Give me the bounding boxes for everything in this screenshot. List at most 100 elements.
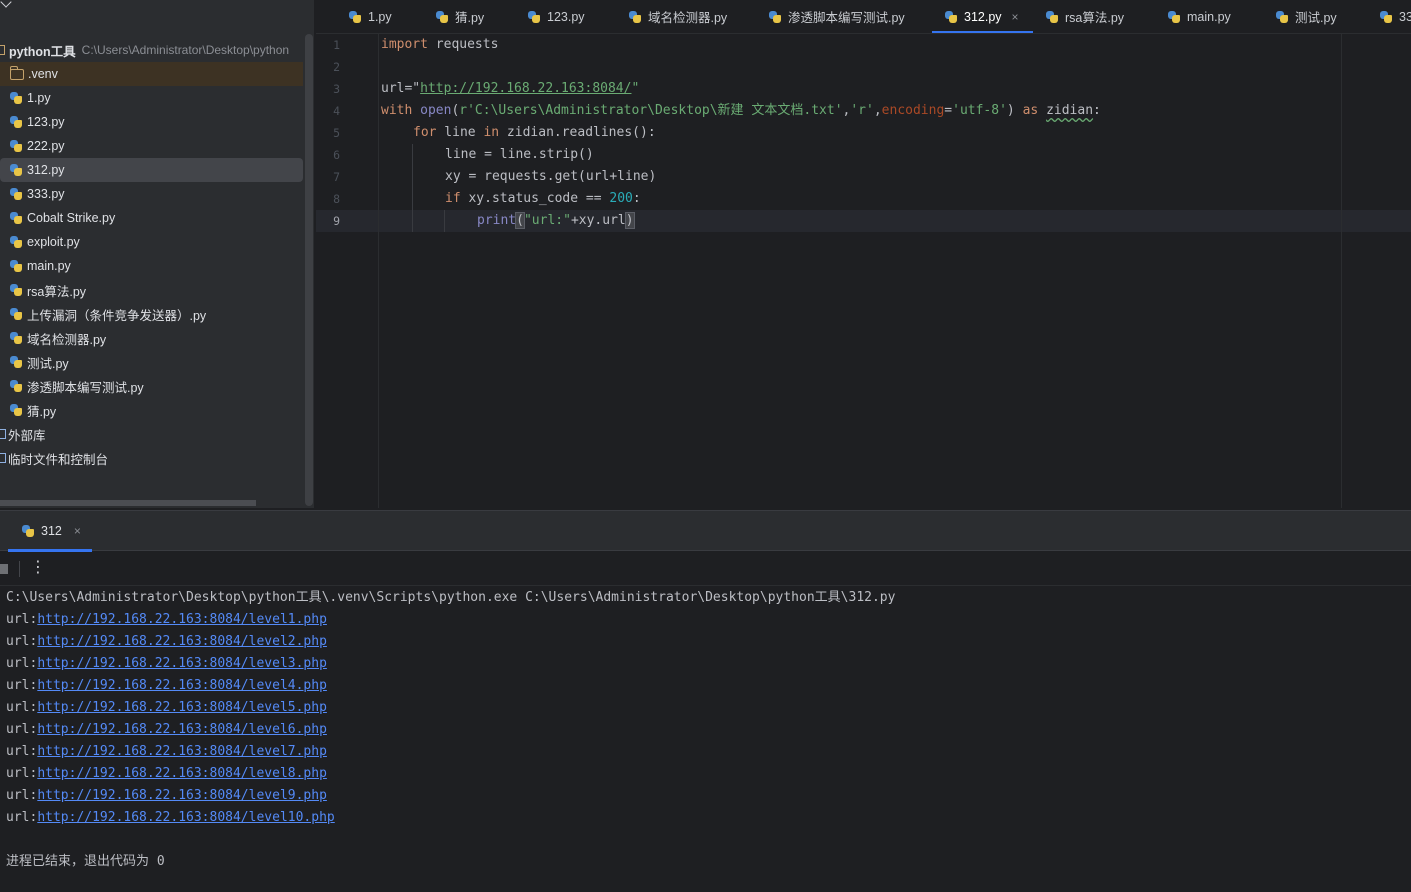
code-line-current: print("url:"+xy.url) <box>477 210 635 232</box>
tree-item-venv[interactable]: .venv <box>0 62 303 86</box>
tab-label: 312.py <box>964 9 1002 24</box>
code-editor[interactable]: 1 2 3 4 5 6 7 8 9 import requests url="h… <box>316 34 1411 508</box>
line-number: 6 <box>333 148 340 162</box>
tab-pentest-script-py[interactable]: 渗透脚本编写测试.py <box>768 0 905 33</box>
tree-item-label: 上传漏洞（条件竞争发送器）.py <box>27 308 207 323</box>
tree-item-file[interactable]: 渗透脚本编写测试.py <box>0 374 303 398</box>
line-number-current: 9 <box>333 214 340 228</box>
console-output[interactable]: C:\Users\Administrator\Desktop\python工具\… <box>6 587 1406 873</box>
tree-item-label: 临时文件和控制台 <box>8 452 109 467</box>
console-line: url:http://192.168.22.163:8084/level9.ph… <box>6 785 1406 807</box>
tab-domain-checker-py[interactable]: 域名检测器.py <box>628 0 727 33</box>
console-prefix: url: <box>6 700 38 715</box>
python-file-icon <box>9 259 23 273</box>
code-link[interactable]: http://192.168.22.163:8084/ <box>420 81 631 96</box>
indent-guide <box>412 144 413 232</box>
console-link[interactable]: http://192.168.22.163:8084/level10.php <box>37 810 334 825</box>
line-number: 5 <box>333 126 340 140</box>
python-file-icon <box>9 307 23 321</box>
run-tab-312[interactable]: 312 × <box>8 511 92 552</box>
code-token: in <box>483 125 500 140</box>
run-tool-window: 312 × ⋮ C:\Users\Administrator\Desktop\p… <box>0 510 1411 892</box>
console-link[interactable]: http://192.168.22.163:8084/level9.php <box>37 788 327 803</box>
console-prefix: url: <box>6 656 38 671</box>
tree-item-file[interactable]: 222.py <box>0 134 303 158</box>
tab-label: 猜.py <box>455 11 485 25</box>
tab-33-py[interactable]: 33 <box>1379 0 1411 33</box>
console-prefix: url: <box>6 612 38 627</box>
console-command: C:\Users\Administrator\Desktop\python工具\… <box>6 590 896 605</box>
code-token: encoding <box>881 103 945 118</box>
tab-main-py[interactable]: main.py <box>1167 0 1231 33</box>
python-file-icon <box>9 187 23 201</box>
tree-item-file[interactable]: 上传漏洞（条件竞争发送器）.py <box>0 302 303 326</box>
run-tab-label: 312 <box>41 524 62 538</box>
tab-label: main.py <box>1187 9 1231 24</box>
code-token: r'C:\Users\Administrator\Desktop\新建 文本文档… <box>459 103 843 118</box>
tree-item-label: main.py <box>27 259 71 273</box>
tree-item-file[interactable]: rsa算法.py <box>0 278 303 302</box>
console-prefix: url: <box>6 810 38 825</box>
more-options-icon[interactable]: ⋮ <box>30 559 46 577</box>
tab-label: 测试.py <box>1295 11 1337 25</box>
chevron-down-icon[interactable] <box>0 0 12 8</box>
python-file-icon <box>9 283 23 297</box>
tree-item-label: 域名检测器.py <box>27 332 107 347</box>
tree-item-external-libraries[interactable]: 外部库 <box>0 422 303 446</box>
tab-1-py[interactable]: 1.py <box>348 0 392 33</box>
code-token: : <box>1093 103 1101 118</box>
python-file-icon <box>9 139 23 153</box>
python-file-icon <box>628 10 642 24</box>
tab-123-py[interactable]: 123.py <box>527 0 585 33</box>
tree-item-file[interactable]: Cobalt Strike.py <box>0 206 303 230</box>
python-file-icon <box>9 211 23 225</box>
console-link[interactable]: http://192.168.22.163:8084/level4.php <box>37 678 327 693</box>
code-token: 'utf-8' <box>952 103 1007 118</box>
code-line: url="http://192.168.22.163:8084/" <box>381 78 639 100</box>
console-link[interactable]: http://192.168.22.163:8084/level6.php <box>37 722 327 737</box>
project-root-node[interactable]: python工具 C:\Users\Administrator\Desktop\… <box>0 38 303 62</box>
tree-item-file[interactable]: 测试.py <box>0 350 303 374</box>
console-link[interactable]: http://192.168.22.163:8084/level8.php <box>37 766 327 781</box>
console-line: url:http://192.168.22.163:8084/level3.ph… <box>6 653 1406 675</box>
tree-item-label: 猜.py <box>27 404 57 419</box>
tab-test-py[interactable]: 测试.py <box>1275 0 1337 33</box>
tree-item-scratches[interactable]: 临时文件和控制台 <box>0 446 303 470</box>
vertical-scrollbar[interactable] <box>305 34 313 506</box>
horizontal-scrollbar[interactable] <box>0 500 256 506</box>
console-link[interactable]: http://192.168.22.163:8084/level3.php <box>37 656 327 671</box>
console-line: url:http://192.168.22.163:8084/level8.ph… <box>6 763 1406 785</box>
python-file-icon <box>9 115 23 129</box>
code-token-warning: zidian <box>1046 103 1094 118</box>
tree-item-file-selected[interactable]: 312.py <box>0 158 303 182</box>
indent-guide <box>444 210 445 232</box>
tab-label: 1.py <box>368 9 392 24</box>
tree-item-file[interactable]: 123.py <box>0 110 303 134</box>
tree-item-file[interactable]: main.py <box>0 254 303 278</box>
tab-label: 33 <box>1399 9 1411 24</box>
close-icon[interactable]: × <box>74 524 81 538</box>
console-link[interactable]: http://192.168.22.163:8084/level7.php <box>37 744 327 759</box>
code-token: = <box>944 103 953 118</box>
code-line: line = line.strip() <box>445 147 594 162</box>
tree-item-file[interactable]: 猜.py <box>0 398 303 422</box>
tab-312-py[interactable]: 312.py × <box>932 0 1033 33</box>
console-line: url:http://192.168.22.163:8084/level4.ph… <box>6 675 1406 697</box>
tree-item-file[interactable]: 1.py <box>0 86 303 110</box>
tree-item-label: 222.py <box>27 139 65 153</box>
console-link[interactable]: http://192.168.22.163:8084/level1.php <box>37 612 327 627</box>
console-link[interactable]: http://192.168.22.163:8084/level5.php <box>37 700 327 715</box>
code-token: ) <box>624 212 635 229</box>
stop-icon[interactable] <box>0 564 8 574</box>
console-prefix: url: <box>6 634 38 649</box>
tree-item-file[interactable]: 333.py <box>0 182 303 206</box>
python-file-icon <box>1045 10 1059 24</box>
right-margin-guide <box>1341 34 1342 508</box>
tree-item-file[interactable]: exploit.py <box>0 230 303 254</box>
console-link[interactable]: http://192.168.22.163:8084/level2.php <box>37 634 327 649</box>
tree-item-file[interactable]: 域名检测器.py <box>0 326 303 350</box>
tab-guess-py[interactable]: 猜.py <box>435 0 484 33</box>
close-icon[interactable]: × <box>1012 10 1019 24</box>
tab-rsa-py[interactable]: rsa算法.py <box>1045 0 1124 33</box>
